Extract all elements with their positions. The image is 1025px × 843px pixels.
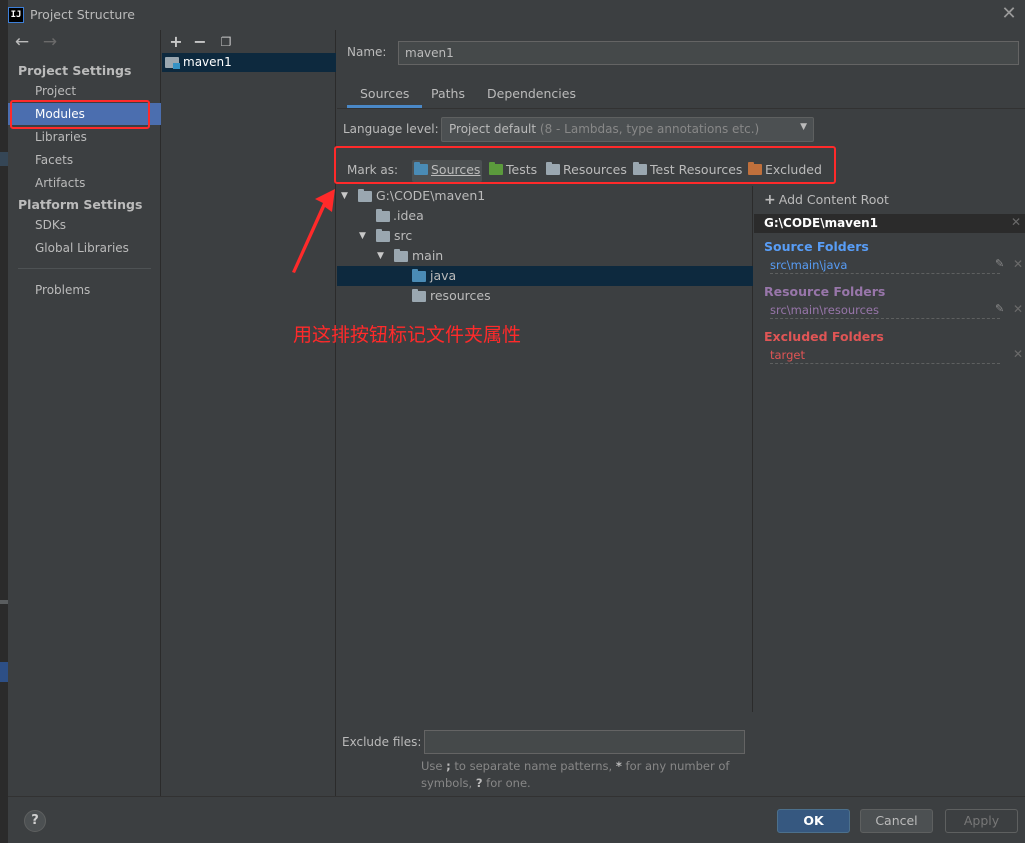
background-window-strip [0, 0, 8, 843]
help-button[interactable]: ? [24, 810, 46, 832]
add-icon[interactable]: + [166, 32, 186, 52]
intellij-app-icon: IJ [8, 7, 24, 23]
apply-button[interactable]: Apply [945, 809, 1018, 833]
tab-sources[interactable]: Sources [347, 84, 423, 108]
sidebar-item-facets[interactable]: Facets [8, 149, 161, 171]
sidebar-item-project[interactable]: Project [8, 80, 161, 102]
folder-icon [358, 189, 372, 202]
tabs-divider [337, 108, 1025, 109]
tab-paths[interactable]: Paths [418, 84, 478, 108]
tree-node-main[interactable]: ▼ main [337, 246, 753, 266]
modules-highlight-box [10, 100, 150, 129]
folder-icon [376, 229, 390, 242]
folder-icon [376, 209, 390, 222]
back-arrow-icon[interactable]: ← [12, 32, 32, 52]
remove-icon[interactable]: ✕ [1013, 347, 1023, 361]
remove-icon[interactable]: − [190, 32, 210, 52]
module-name: maven1 [183, 55, 232, 69]
window-title: Project Structure [30, 7, 135, 22]
background-window-mark [0, 152, 8, 166]
name-label: Name: [347, 45, 387, 59]
sidebar-item-artifacts[interactable]: Artifacts [8, 172, 161, 194]
source-folder-entry: src\main\java [770, 258, 1000, 274]
cancel-button[interactable]: Cancel [860, 809, 933, 833]
language-level-hint: (8 - Lambdas, type annotations etc.) [536, 122, 760, 136]
tree-node-label: resources [430, 288, 491, 303]
content-root-panel: + Add Content Root G:\CODE\maven1 ✕ Sourc… [754, 186, 1025, 796]
module-list-panel: + − ❐ maven1 [162, 30, 336, 796]
content-root-header: G:\CODE\maven1 ✕ [754, 214, 1025, 233]
ok-button[interactable]: OK [777, 809, 850, 833]
module-folder-icon [165, 57, 180, 69]
exclude-files-label: Exclude files: [342, 735, 422, 749]
mark-as-highlight-box [334, 146, 836, 184]
dialog-footer: ? OK Cancel Apply [8, 796, 1025, 843]
sidebar-item-problems[interactable]: Problems [8, 279, 161, 301]
language-level-value: Project default [449, 122, 537, 136]
module-list-item[interactable]: maven1 [162, 53, 336, 72]
tree-node-label: main [412, 248, 444, 263]
copy-icon[interactable]: ❐ [216, 32, 236, 52]
tree-node-root[interactable]: ▼ G:\CODE\maven1 [337, 186, 753, 206]
tree-node-label: .idea [393, 208, 424, 223]
add-content-root-button[interactable]: + Add Content Root [764, 192, 889, 208]
expanded-arrow-icon: ▼ [377, 251, 384, 261]
sidebar-item-global-libraries[interactable]: Global Libraries [8, 237, 161, 259]
annotation-text: 用这排按钮标记文件夹属性 [293, 324, 522, 346]
settings-sidebar: ← → Project Settings Project Modules Lib… [8, 30, 161, 796]
section-platform-settings: Platform Settings [18, 197, 143, 212]
title-bar [8, 0, 1025, 30]
section-project-settings: Project Settings [18, 63, 132, 78]
tab-dependencies[interactable]: Dependencies [474, 84, 589, 108]
background-window-mark [0, 600, 8, 604]
tree-node-idea[interactable]: .idea [337, 206, 753, 226]
forward-arrow-icon[interactable]: → [40, 32, 60, 52]
language-level-select[interactable]: Project default (8 - Lambdas, type annot… [441, 117, 814, 142]
close-icon[interactable]: ✕ [999, 4, 1019, 24]
content-root-tree: ▼ G:\CODE\maven1 .idea ▼ src ▼ main java… [337, 186, 753, 712]
resource-folder-icon [412, 289, 426, 302]
tree-node-src[interactable]: ▼ src [337, 226, 753, 246]
source-folder-icon [412, 269, 426, 282]
resource-folders-heading: Resource Folders [764, 284, 886, 299]
tree-node-resources[interactable]: resources [337, 286, 753, 306]
tree-node-label: java [430, 268, 457, 283]
edit-pencil-icon[interactable]: ✎ [995, 302, 1004, 315]
tree-node-label: G:\CODE\maven1 [376, 188, 486, 203]
exclude-files-hint: Use ; to separate name patterns, * for a… [421, 759, 730, 790]
source-folders-heading: Source Folders [764, 239, 869, 254]
tree-node-java[interactable]: java [337, 266, 753, 286]
language-level-label: Language level: [343, 122, 439, 136]
expanded-arrow-icon: ▼ [359, 231, 366, 241]
remove-icon[interactable]: ✕ [1013, 257, 1023, 271]
remove-icon[interactable]: ✕ [1013, 302, 1023, 316]
annotation-arrow [292, 189, 335, 273]
remove-root-icon[interactable]: ✕ [1011, 215, 1021, 229]
sidebar-item-libraries[interactable]: Libraries [8, 126, 161, 148]
folder-icon [394, 249, 408, 262]
exclude-files-input[interactable] [424, 730, 745, 754]
plus-icon: + [764, 192, 776, 208]
tree-node-label: src [394, 228, 413, 243]
edit-pencil-icon[interactable]: ✎ [995, 257, 1004, 270]
sidebar-divider [18, 268, 151, 269]
module-settings: Name: Sources Paths Dependencies Languag… [334, 30, 1025, 796]
excluded-folder-entry: target [770, 348, 1000, 364]
add-content-root-label: Add Content Root [778, 192, 889, 207]
excluded-folders-heading: Excluded Folders [764, 329, 884, 344]
resource-folder-entry: src\main\resources [770, 303, 1000, 319]
sidebar-item-sdks[interactable]: SDKs [8, 214, 161, 236]
content-root-path: G:\CODE\maven1 [764, 216, 879, 230]
dropdown-arrow-icon: ▼ [800, 122, 807, 132]
module-name-input[interactable] [398, 41, 1019, 65]
background-window-mark [0, 662, 8, 682]
